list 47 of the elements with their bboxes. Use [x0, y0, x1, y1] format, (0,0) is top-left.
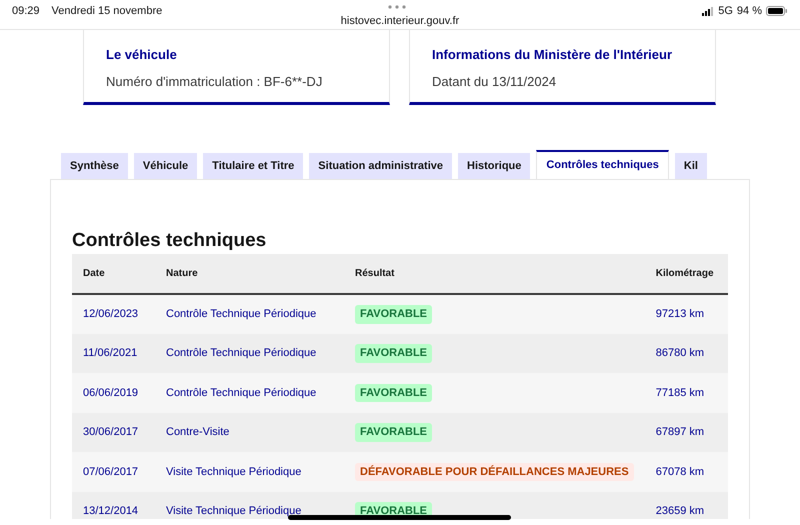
battery-icon — [766, 6, 788, 16]
tab[interactable]: Historique — [458, 153, 530, 179]
status-time: 09:29 — [12, 4, 40, 19]
mileage-cell: 23659 km — [644, 492, 728, 519]
result-badge: DÉFAVORABLE POUR DÉFAILLANCES MAJEURES — [355, 462, 634, 481]
section-title: Contrôles techniques — [72, 230, 268, 252]
mileage-cell: 67078 km — [644, 452, 728, 492]
nature-cell: Visite Technique Périodique — [155, 492, 344, 519]
date-cell: 07/06/2017 — [72, 452, 155, 492]
card-title: Informations du Ministère de l'Intérieur — [432, 46, 674, 64]
tab[interactable]: Véhicule — [134, 153, 198, 179]
tab[interactable]: Titulaire et Titre — [203, 153, 304, 179]
nature-cell: Contrôle Technique Périodique — [155, 294, 344, 334]
url-text[interactable]: histovec.interieur.gouv.fr — [340, 13, 460, 30]
nature-cell: Contrôle Technique Périodique — [155, 334, 344, 373]
date-cell: 30/06/2017 — [72, 412, 155, 452]
more-icon[interactable] — [387, 5, 407, 9]
column-header: Date — [72, 254, 155, 294]
date-cell: 11/06/2021 — [72, 334, 155, 373]
nature-cell: Contrôle Technique Périodique — [155, 373, 344, 412]
card-title: Le véhicule — [106, 46, 178, 64]
tab[interactable]: Kil — [674, 153, 707, 179]
result-badge: FAVORABLE — [355, 305, 432, 324]
signal-icon — [702, 6, 714, 16]
result-badge: FAVORABLE — [355, 423, 432, 442]
status-date: Vendredi 15 novembre — [52, 4, 162, 19]
mileage-cell: 77185 km — [644, 373, 728, 412]
nature-cell: Visite Technique Périodique — [155, 452, 344, 492]
network-label: 5G — [718, 4, 733, 19]
column-header: Kilométrage — [644, 254, 728, 294]
mileage-cell: 97213 km — [644, 294, 728, 334]
column-header: Nature — [155, 254, 344, 294]
tab[interactable]: Synthèse — [61, 153, 128, 179]
date-cell: 13/12/2014 — [72, 492, 155, 519]
date-cell: 12/06/2023 — [72, 294, 155, 334]
mileage-cell: 67897 km — [644, 412, 728, 452]
date-cell: 06/06/2019 — [72, 373, 155, 412]
battery-percent: 94 % — [736, 4, 762, 19]
tab[interactable]: Situation administrative — [309, 153, 452, 179]
nature-cell: Contre-Visite — [155, 412, 344, 452]
mileage-cell: 86780 km — [644, 334, 728, 373]
card-text: Numéro d'immatriculation : BF-6**-DJ — [106, 72, 324, 90]
result-badge: FAVORABLE — [355, 384, 432, 402]
column-header: Résultat — [344, 254, 645, 294]
result-badge: FAVORABLE — [355, 344, 432, 362]
card-text: Datant du 13/11/2024 — [432, 72, 558, 90]
tab[interactable]: Contrôles techniques — [536, 150, 669, 179]
